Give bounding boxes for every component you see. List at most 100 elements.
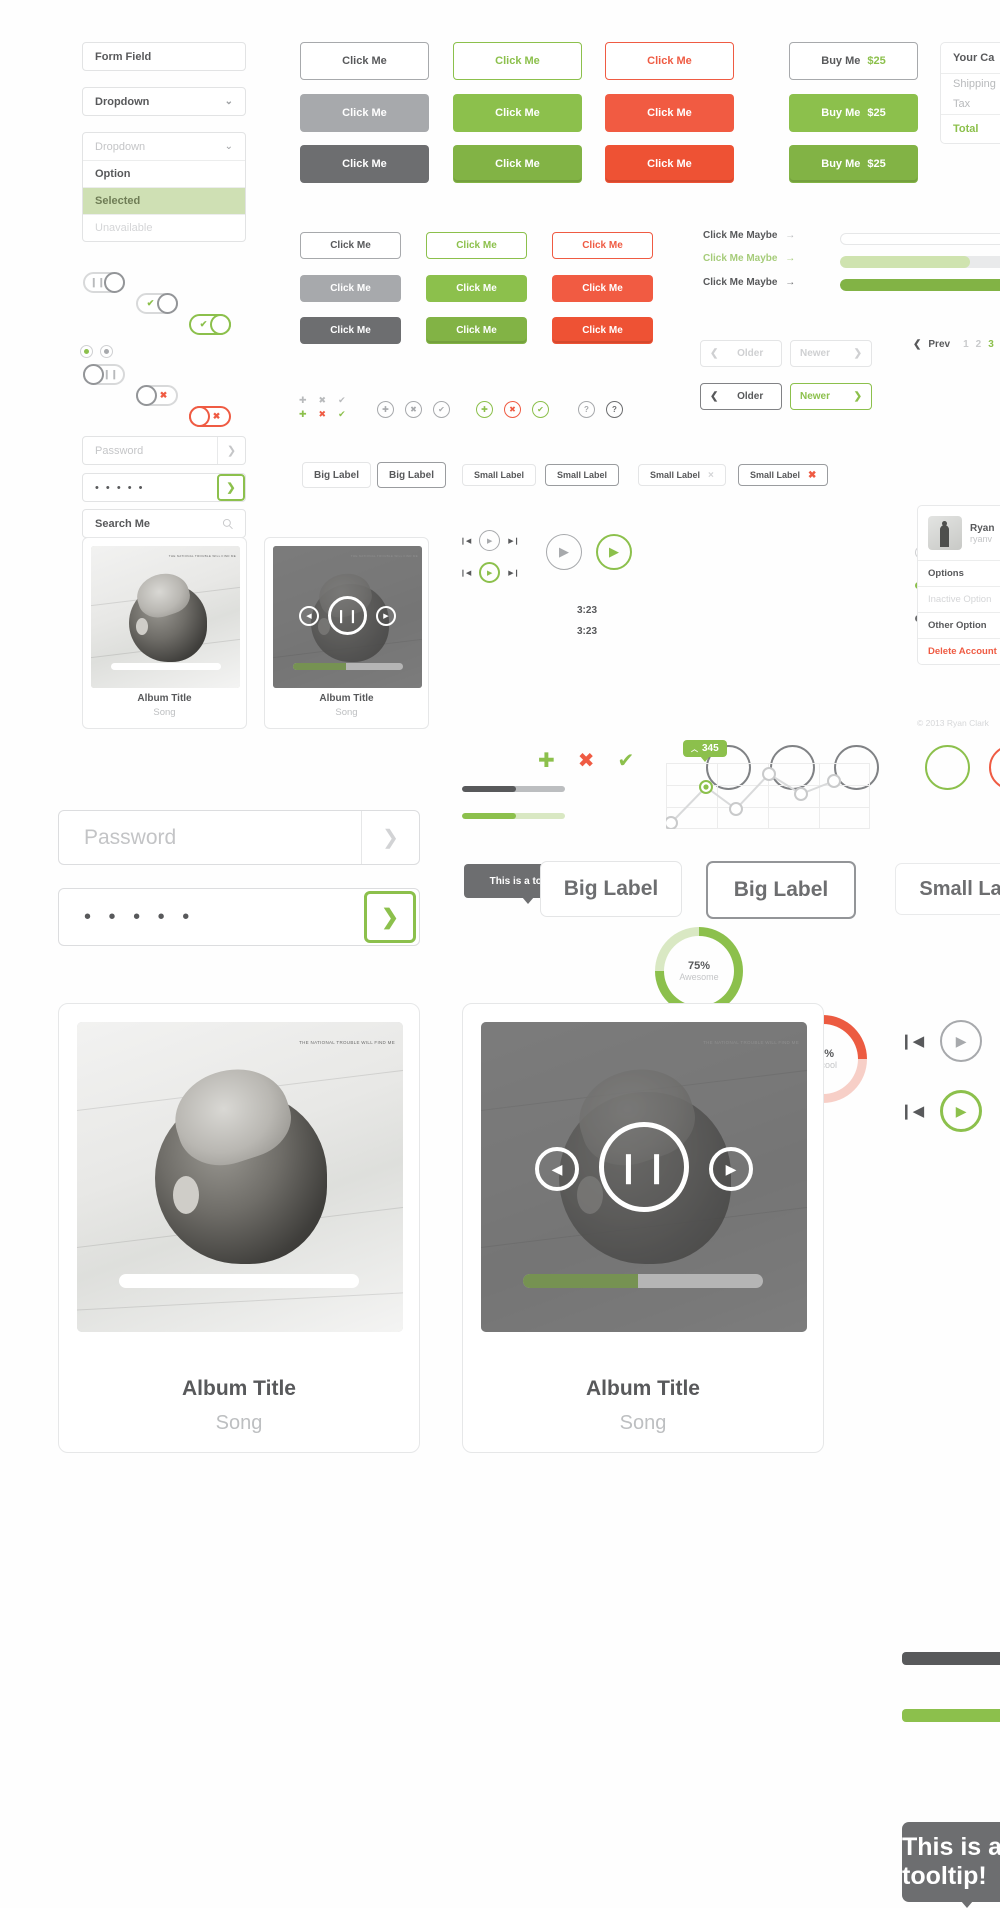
link-clickme-maybe-green[interactable]: Click Me Maybe → (703, 253, 795, 264)
tag-big-label-strong[interactable]: Big Label (377, 462, 446, 488)
pager-older-disabled[interactable]: ❮ Older (700, 340, 782, 367)
dropdown-closed[interactable]: Dropdown ⌄ (82, 87, 246, 116)
tag-small-label-closable-strong[interactable]: Small Label✖ (738, 464, 828, 486)
password-field-filled[interactable]: • • • • • ❯ (82, 473, 246, 502)
play-button[interactable]: ▶ (940, 1020, 982, 1062)
previous-track-icon[interactable]: ❙◀ (460, 537, 471, 545)
play-button-large-gray[interactable]: ▶ (546, 534, 582, 570)
pager-newer[interactable]: Newer ❯ (790, 383, 872, 410)
cross-circle-icon[interactable]: ✖ (405, 401, 422, 418)
plus-circle-icon[interactable]: ✚ (377, 401, 394, 418)
previous-track-icon[interactable]: ❙◀ (460, 569, 471, 577)
pagination-page-2[interactable]: 2 (976, 339, 982, 350)
cross-circle-icon[interactable]: ✖ (504, 401, 521, 418)
button-md-clickme-solid-green[interactable]: Click Me (426, 275, 527, 302)
submit-arrow-icon[interactable]: ❯ (361, 811, 419, 864)
plus-circle-icon[interactable] (925, 745, 970, 790)
toggle-knob[interactable] (210, 314, 231, 335)
profile-option-delete-account[interactable]: Delete Account (918, 638, 1000, 664)
album-card-small-playing[interactable]: THE NATIONAL TROUBLE WILL FIND ME ❙❙ ◀ ▶… (264, 537, 429, 729)
question-circle-icon-dark[interactable]: ? (606, 401, 623, 418)
plus-icon[interactable]: ✚ (299, 395, 307, 406)
button-md-clickme-solid-gray[interactable]: Click Me (300, 275, 401, 302)
toggle-cross-off-gray[interactable]: ✖ (136, 385, 178, 406)
password-field-empty[interactable]: Password ❯ (82, 436, 246, 465)
pagination-prev[interactable]: Prev (928, 339, 950, 350)
album-card-large-light[interactable]: THE NATIONAL TROUBLE WILL FIND ME Album … (58, 1003, 420, 1453)
play-button-large-green[interactable]: ▶ (596, 534, 632, 570)
close-icon[interactable]: × (708, 470, 714, 481)
tag-small-label-closable-light[interactable]: Small Label× (638, 464, 726, 486)
cross-icon[interactable]: ✖ (319, 409, 327, 420)
toggle-pause-off-gray[interactable]: ❙❙ (83, 364, 125, 385)
button-clickme-ghost-red[interactable]: Click Me (605, 42, 734, 80)
time-bar-large-green[interactable] (902, 1709, 1000, 1722)
pause-button[interactable]: ❙❙ (328, 596, 367, 635)
toggle-check-on-green[interactable]: ✔ (189, 314, 231, 335)
button-md-clickme-ghost-gray[interactable]: Click Me (300, 232, 401, 259)
toggle-pause-on-gray[interactable]: ❙❙ (83, 272, 125, 293)
plus-icon[interactable]: ✚ (538, 748, 555, 773)
previous-button[interactable]: ◀ (535, 1147, 579, 1191)
pager-newer-disabled[interactable]: Newer ❯ (790, 340, 872, 367)
album-progress-track[interactable] (119, 1274, 359, 1288)
button-buyme-solid[interactable]: Buy Me$25 (789, 94, 918, 132)
time-bar-green[interactable] (462, 813, 565, 819)
album-progress-track[interactable] (293, 663, 403, 670)
search-input[interactable]: Search Me (82, 509, 246, 538)
play-button[interactable]: ▶ (479, 530, 500, 551)
dropdown-option-option[interactable]: Option (83, 160, 245, 187)
tag-big-label-large-strong[interactable]: Big Label (706, 861, 856, 919)
pager-older[interactable]: ❮ Older (700, 383, 782, 410)
time-bar-large-gray[interactable] (902, 1652, 1000, 1665)
chevron-left-icon[interactable]: ❮ (913, 339, 921, 350)
toggle-cross-off-red[interactable]: ✖ (189, 406, 231, 427)
tag-small-label-large[interactable]: Small Label (895, 863, 1000, 915)
button-clickme-dark-gray[interactable]: Click Me (300, 145, 429, 183)
toggle-knob[interactable] (136, 385, 157, 406)
radio-green-selected[interactable] (80, 345, 93, 358)
check-icon[interactable]: ✔ (338, 395, 346, 406)
form-field-input[interactable]: Form Field (82, 42, 246, 71)
previous-track-icon[interactable]: ❙◀ (900, 1032, 924, 1050)
submit-arrow-icon[interactable]: ❯ (364, 891, 416, 943)
time-bar-gray[interactable] (462, 786, 565, 792)
radio-gray-selected[interactable] (100, 345, 113, 358)
cross-icon[interactable]: ✖ (578, 748, 595, 773)
password-field-large-filled[interactable]: • • • • • ❯ (58, 888, 420, 946)
password-placeholder-large[interactable]: Password (59, 811, 361, 864)
check-circle-icon[interactable]: ✔ (433, 401, 450, 418)
button-md-clickme-dark-green[interactable]: Click Me (426, 317, 527, 344)
button-clickme-solid-gray[interactable]: Click Me (300, 94, 429, 132)
previous-button[interactable]: ◀ (299, 606, 319, 626)
button-clickme-dark-red[interactable]: Click Me (605, 145, 734, 183)
tag-big-label-light[interactable]: Big Label (302, 462, 371, 488)
album-progress-track[interactable] (523, 1274, 763, 1288)
password-dots[interactable]: • • • • • (83, 474, 217, 501)
plus-icon[interactable]: ✚ (299, 409, 307, 420)
next-button[interactable]: ▶ (709, 1147, 753, 1191)
button-md-clickme-ghost-red[interactable]: Click Me (552, 232, 653, 259)
button-md-clickme-dark-gray[interactable]: Click Me (300, 317, 401, 344)
submit-arrow-icon[interactable]: ❯ (217, 437, 245, 464)
next-track-icon[interactable]: ▶❙ (508, 569, 519, 577)
link-clickme-maybe-gray[interactable]: Click Me Maybe → (703, 230, 795, 241)
play-button[interactable]: ▶ (940, 1090, 982, 1132)
button-clickme-ghost-gray[interactable]: Click Me (300, 42, 429, 80)
pagination-page-3[interactable]: 3 (988, 339, 994, 350)
button-buyme-dark[interactable]: Buy Me$25 (789, 145, 918, 183)
button-clickme-solid-green[interactable]: Click Me (453, 94, 582, 132)
dropdown-open-header[interactable]: Dropdown ⌄ (83, 133, 245, 160)
cross-circle-icon[interactable] (989, 745, 1000, 790)
pagination-page-1[interactable]: 1 (963, 339, 969, 350)
dropdown-open[interactable]: Dropdown ⌄ Option Selected Unavailable (82, 132, 246, 242)
tag-big-label-large-light[interactable]: Big Label (540, 861, 682, 917)
check-icon[interactable]: ✔ (338, 409, 346, 420)
button-md-clickme-ghost-green[interactable]: Click Me (426, 232, 527, 259)
check-icon[interactable]: ✔ (618, 748, 635, 773)
tag-small-label-strong[interactable]: Small Label (545, 464, 619, 486)
cross-icon[interactable]: ✖ (319, 395, 327, 406)
password-dots-large[interactable]: • • • • • (59, 906, 364, 929)
plus-circle-icon[interactable]: ✚ (476, 401, 493, 418)
question-circle-icon[interactable]: ? (578, 401, 595, 418)
